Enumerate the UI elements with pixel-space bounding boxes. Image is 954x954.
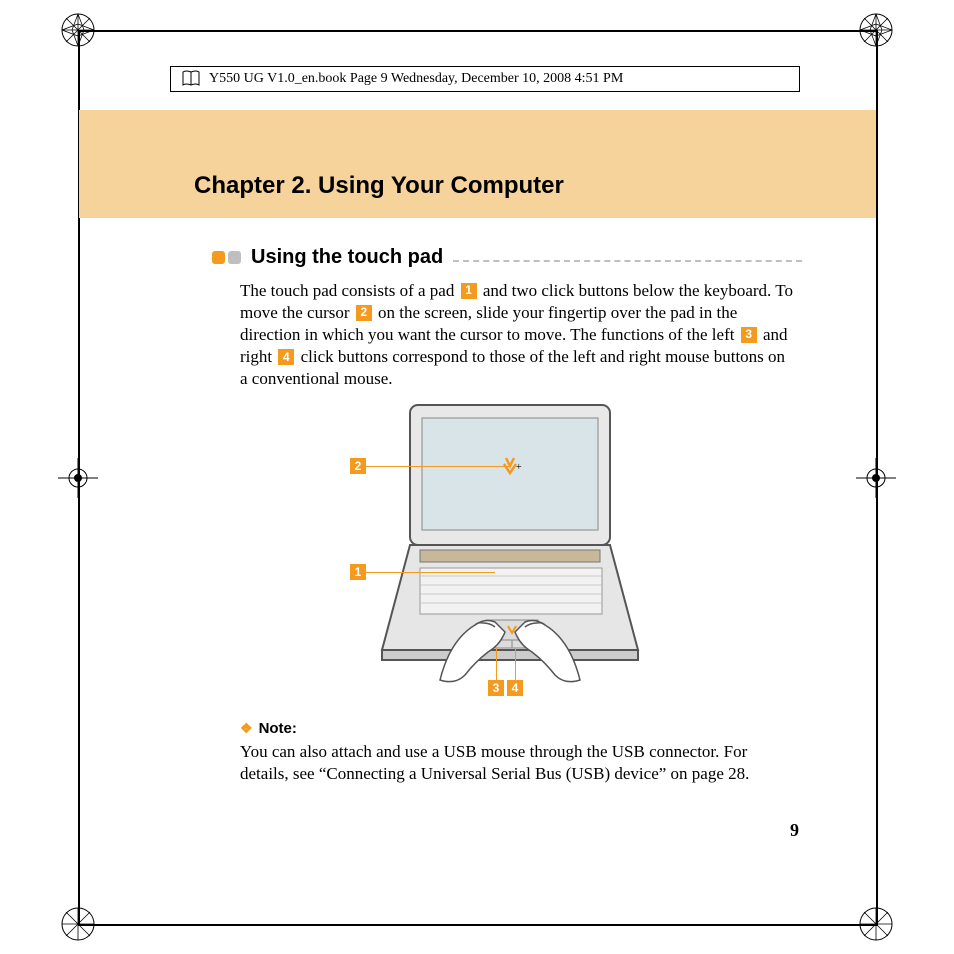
chapter-title: Chapter 2. Using Your Computer	[194, 172, 564, 200]
page-number: 9	[790, 820, 799, 841]
figure-callout-4: 4	[507, 680, 523, 696]
note-heading: ❖ Note:	[240, 720, 795, 737]
laptop-drawing: +	[380, 400, 640, 690]
leader-line	[365, 572, 495, 573]
callout-1-icon: 1	[461, 283, 477, 299]
section-title: Using the touch pad	[251, 246, 443, 269]
callout-4-icon: 4	[278, 349, 294, 365]
crop-line-bottom	[78, 924, 878, 926]
figure-callout-3: 3	[488, 680, 504, 696]
body-text: click buttons correspond to those of the…	[240, 347, 785, 388]
page-header: Y550 UG V1.0_en.book Page 9 Wednesday, D…	[170, 66, 800, 92]
book-icon	[181, 69, 201, 89]
registration-center-icon	[58, 458, 98, 498]
body-text: The touch pad consists of a pad	[240, 281, 459, 300]
section-bullet-icon	[212, 251, 241, 264]
figure-callout-2: 2	[350, 458, 366, 474]
note-text: You can also attach and use a USB mouse …	[240, 741, 795, 785]
body-paragraph: The touch pad consists of a pad 1 and tw…	[240, 280, 795, 390]
callout-3-icon: 3	[741, 327, 757, 343]
section-rule	[453, 260, 802, 262]
header-text: Y550 UG V1.0_en.book Page 9 Wednesday, D…	[209, 71, 623, 87]
registration-mark-icon	[58, 10, 98, 50]
registration-mark-icon	[856, 904, 896, 944]
figure-callout-1: 1	[350, 564, 366, 580]
callout-2-icon: 2	[356, 305, 372, 321]
svg-text:+: +	[516, 462, 522, 473]
section-heading: Using the touch pad	[212, 246, 802, 269]
crop-line-top	[78, 30, 878, 32]
note-block: ❖ Note: You can also attach and use a US…	[240, 720, 795, 785]
registration-center-icon	[856, 458, 896, 498]
note-diamond-icon: ❖	[240, 720, 253, 737]
leader-line	[515, 648, 516, 680]
leader-line	[496, 648, 497, 680]
chapter-heading-bar: Chapter 2. Using Your Computer	[79, 110, 876, 218]
registration-mark-icon	[58, 904, 98, 944]
laptop-illustration: + 2	[240, 400, 795, 710]
registration-mark-icon	[856, 10, 896, 50]
note-label: Note:	[259, 720, 297, 737]
leader-line	[365, 466, 510, 467]
